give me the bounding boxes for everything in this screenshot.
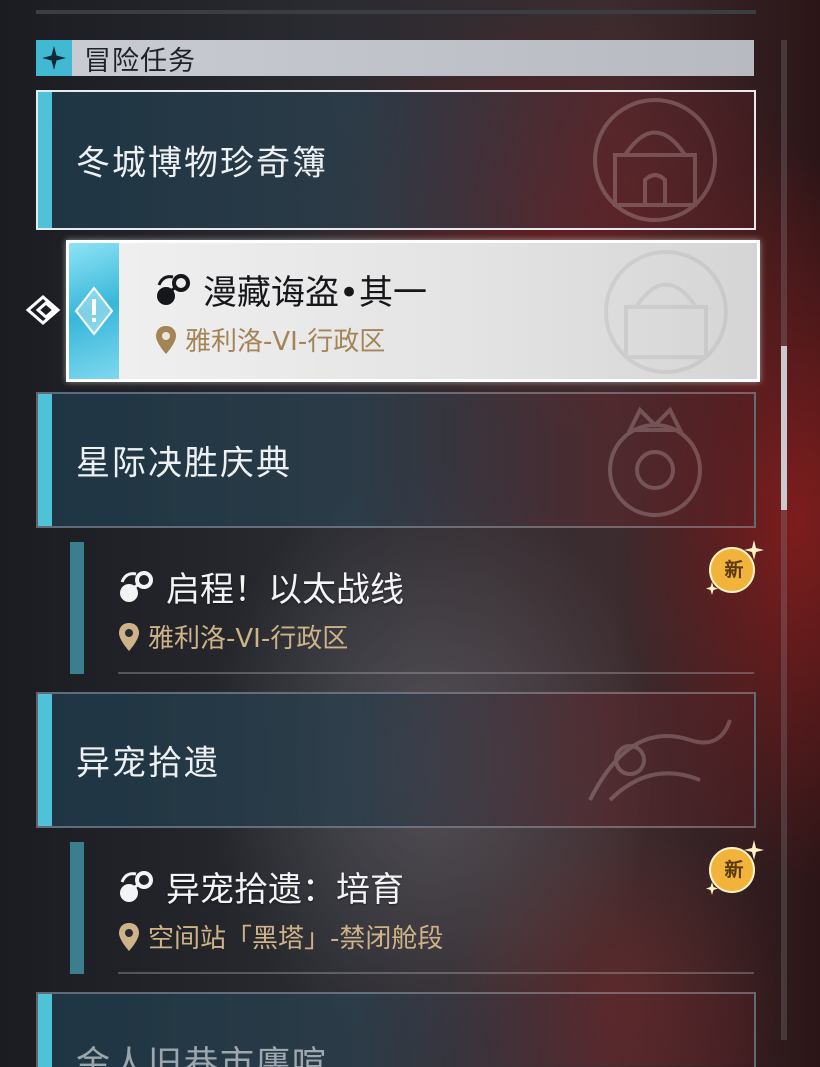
category-accent-bar [38, 994, 52, 1067]
section-header: 冒险任务 [36, 40, 754, 77]
quest-location: 雅利洛-VI-行政区 [155, 321, 385, 358]
quest-item-selected[interactable]: 漫藏诲盗•其一 雅利洛-VI-行政区 [66, 240, 760, 382]
quest-title-text: 异宠拾遗：培育 [166, 870, 404, 910]
quest-item[interactable]: 异宠拾遗：培育 空间站「黑塔」-禁闭舱段 新 [66, 840, 764, 974]
quest-title-text: 漫藏诲盗•其一 [203, 273, 428, 313]
category-row[interactable]: 异宠拾遗 [36, 692, 756, 828]
location-pin-icon [119, 922, 139, 951]
quest-title: 异宠拾遗：培育 [118, 862, 404, 911]
quest-location-text: 雅利洛-VI-行政区 [148, 624, 349, 654]
selection-arrow-icon [26, 295, 61, 325]
crown-emblem-icon [608, 406, 702, 517]
scrollbar-track[interactable] [781, 40, 787, 1040]
quest-item[interactable]: 启程！以太战线 雅利洛-VI-行政区 新 [66, 540, 764, 674]
quest-location-text: 空间站「黑塔」-禁闭舱段 [148, 924, 444, 954]
category-accent-bar [38, 694, 52, 826]
location-pin-icon [119, 622, 139, 651]
category-accent-bar [38, 92, 52, 228]
alert-diamond-icon [74, 286, 114, 336]
scrollbar-thumb[interactable] [781, 346, 787, 510]
quest-type-icon [120, 870, 153, 902]
category-row[interactable]: 星际决胜庆典 [36, 392, 756, 528]
quest-location-text: 雅利洛-VI-行政区 [185, 327, 386, 357]
new-badge-text: 新 [724, 858, 744, 881]
palace-emblem-icon [593, 98, 717, 222]
quest-type-icon [120, 570, 153, 602]
category-label: 冬城博物珍奇簿 [76, 143, 328, 184]
category-row[interactable]: 冬城博物珍奇簿 [36, 90, 756, 230]
quest-accent-bar [70, 542, 84, 674]
category-label: 异宠拾遗 [76, 743, 220, 784]
quest-title: 漫藏诲盗•其一 [155, 265, 427, 314]
quest-title: 启程！以太战线 [118, 562, 404, 611]
quest-location: 雅利洛-VI-行政区 [118, 618, 348, 655]
new-badge: 新 [704, 838, 764, 898]
quest-type-icon [157, 273, 190, 305]
section-title: 冒险任务 [84, 45, 196, 77]
sparkle-icon [36, 40, 72, 76]
category-accent-bar [38, 394, 52, 526]
new-badge: 新 [704, 538, 764, 598]
category-row[interactable]: 金人旧巷市廛喧 [36, 992, 756, 1067]
top-divider [36, 10, 756, 14]
creature-emblem-icon [588, 719, 732, 802]
category-label: 星际决胜庆典 [76, 443, 292, 484]
quest-title-text: 启程！以太战线 [166, 570, 404, 610]
palace-watermark-icon [604, 250, 728, 374]
quest-type-strip [69, 243, 119, 379]
new-badge-text: 新 [724, 558, 744, 581]
quest-divider [118, 972, 754, 974]
category-label: 金人旧巷市廛喧 [76, 1044, 328, 1067]
quest-accent-bar [70, 842, 84, 974]
location-pin-icon [156, 325, 176, 354]
quest-divider [118, 672, 754, 674]
quest-location: 空间站「黑塔」-禁闭舱段 [118, 918, 443, 955]
